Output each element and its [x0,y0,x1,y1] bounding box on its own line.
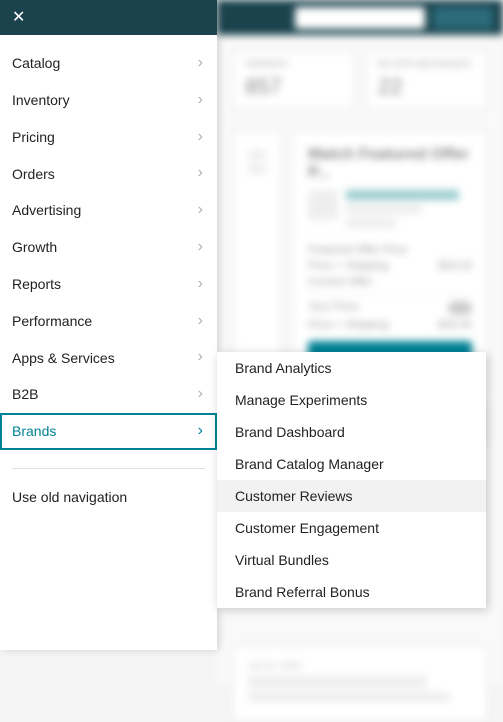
chevron-right-icon: › [198,90,203,111]
sidebar-item-advertising[interactable]: Advertising › [0,192,217,229]
submenu-item-label: Virtual Bundles [235,552,329,568]
submenu-item-label: Brand Catalog Manager [235,456,384,472]
brands-submenu: Brand Analytics Manage Experiments Brand… [217,352,486,608]
sidebar-item-label: Advertising [12,201,81,219]
chevron-right-icon: › [198,200,203,221]
submenu-item-label: Customer Engagement [235,520,379,536]
submenu-item-customer-engagement[interactable]: Customer Engagement [217,512,486,544]
sidebar-item-label: Apps & Services [12,349,115,367]
submenu-item-label: Brand Referral Bonus [235,584,370,600]
main-sidebar: ✕ Catalog › Inventory › Pricing › Orders… [0,0,217,650]
sidebar-item-orders[interactable]: Orders › [0,155,217,192]
metric-label: BUYER MESSAGES [378,59,475,70]
close-icon[interactable]: ✕ [12,10,25,26]
submenu-item-customer-reviews[interactable]: Customer Reviews [217,480,486,512]
submenu-item-brand-referral-bonus[interactable]: Brand Referral Bonus [217,576,486,608]
sidebar-list: Catalog › Inventory › Pricing › Orders ›… [0,35,217,517]
sidebar-item-label: Inventory [12,91,70,109]
metric-label: ORDERS [245,59,342,70]
submenu-item-virtual-bundles[interactable]: Virtual Bundles [217,544,486,576]
metric-value: 22 [378,74,475,100]
submenu-item-brand-dashboard[interactable]: Brand Dashboard [217,416,486,448]
chevron-right-icon: › [198,237,203,258]
sidebar-item-growth[interactable]: Growth › [0,229,217,266]
submenu-item-label: Customer Reviews [235,488,352,504]
sidebar-divider [12,468,205,469]
sidebar-item-reports[interactable]: Reports › [0,266,217,303]
sidebar-item-b2b[interactable]: B2B › [0,376,217,413]
sidebar-item-label: B2B [12,385,38,403]
submenu-item-label: Brand Analytics [235,360,332,376]
bg-kv: Price + Shipping [308,319,388,331]
submenu-item-label: Brand Dashboard [235,424,345,440]
sidebar-item-label: Brands [12,422,56,440]
bg-kv: Price + Shipping [308,260,388,272]
bg-kv: $30.00 [438,319,472,331]
chevron-right-icon: › [198,384,203,405]
sidebar-item-label: Reports [12,275,61,293]
bg-kv: Your Price [308,301,358,315]
metric-value: 857 [245,74,342,100]
submenu-item-manage-experiments[interactable]: Manage Experiments [217,384,486,416]
chevron-right-icon: › [198,311,203,332]
use-old-label: Use old navigation [12,489,127,505]
sidebar-item-label: Performance [12,312,92,330]
sidebar-item-pricing[interactable]: Pricing › [0,119,217,156]
sidebar-item-catalog[interactable]: Catalog › [0,45,217,82]
sidebar-item-label: Catalog [12,54,60,72]
sidebar-item-inventory[interactable]: Inventory › [0,82,217,119]
bg-kv: Current Offer [308,276,372,288]
sidebar-item-label: Pricing [12,128,55,146]
sidebar-item-apps-services[interactable]: Apps & Services › [0,339,217,376]
submenu-item-brand-analytics[interactable]: Brand Analytics [217,352,486,384]
submenu-item-label: Manage Experiments [235,392,367,408]
sidebar-item-brands[interactable]: Brands › [0,413,217,450]
sidebar-item-performance[interactable]: Performance › [0,303,217,340]
chevron-right-icon: › [198,274,203,295]
sidebar-header: ✕ [0,0,217,35]
sidebar-item-label: Orders [12,165,55,183]
search-input-bg [295,7,425,29]
chevron-right-icon: › [198,127,203,148]
search-button-bg [433,7,493,29]
submenu-item-brand-catalog-manager[interactable]: Brand Catalog Manager [217,448,486,480]
chevron-right-icon: › [198,421,203,442]
bg-card-title: Match Featured Offer P... [308,146,472,182]
bg-kv: $29.00 [438,260,472,272]
use-old-navigation-link[interactable]: Use old navigation [0,477,217,517]
chevron-right-icon: › [198,163,203,184]
sidebar-item-label: Growth [12,238,57,256]
bg-kv: Featured Offer Price [308,244,407,256]
chevron-right-icon: › [198,53,203,74]
chevron-right-icon: › [198,347,203,368]
